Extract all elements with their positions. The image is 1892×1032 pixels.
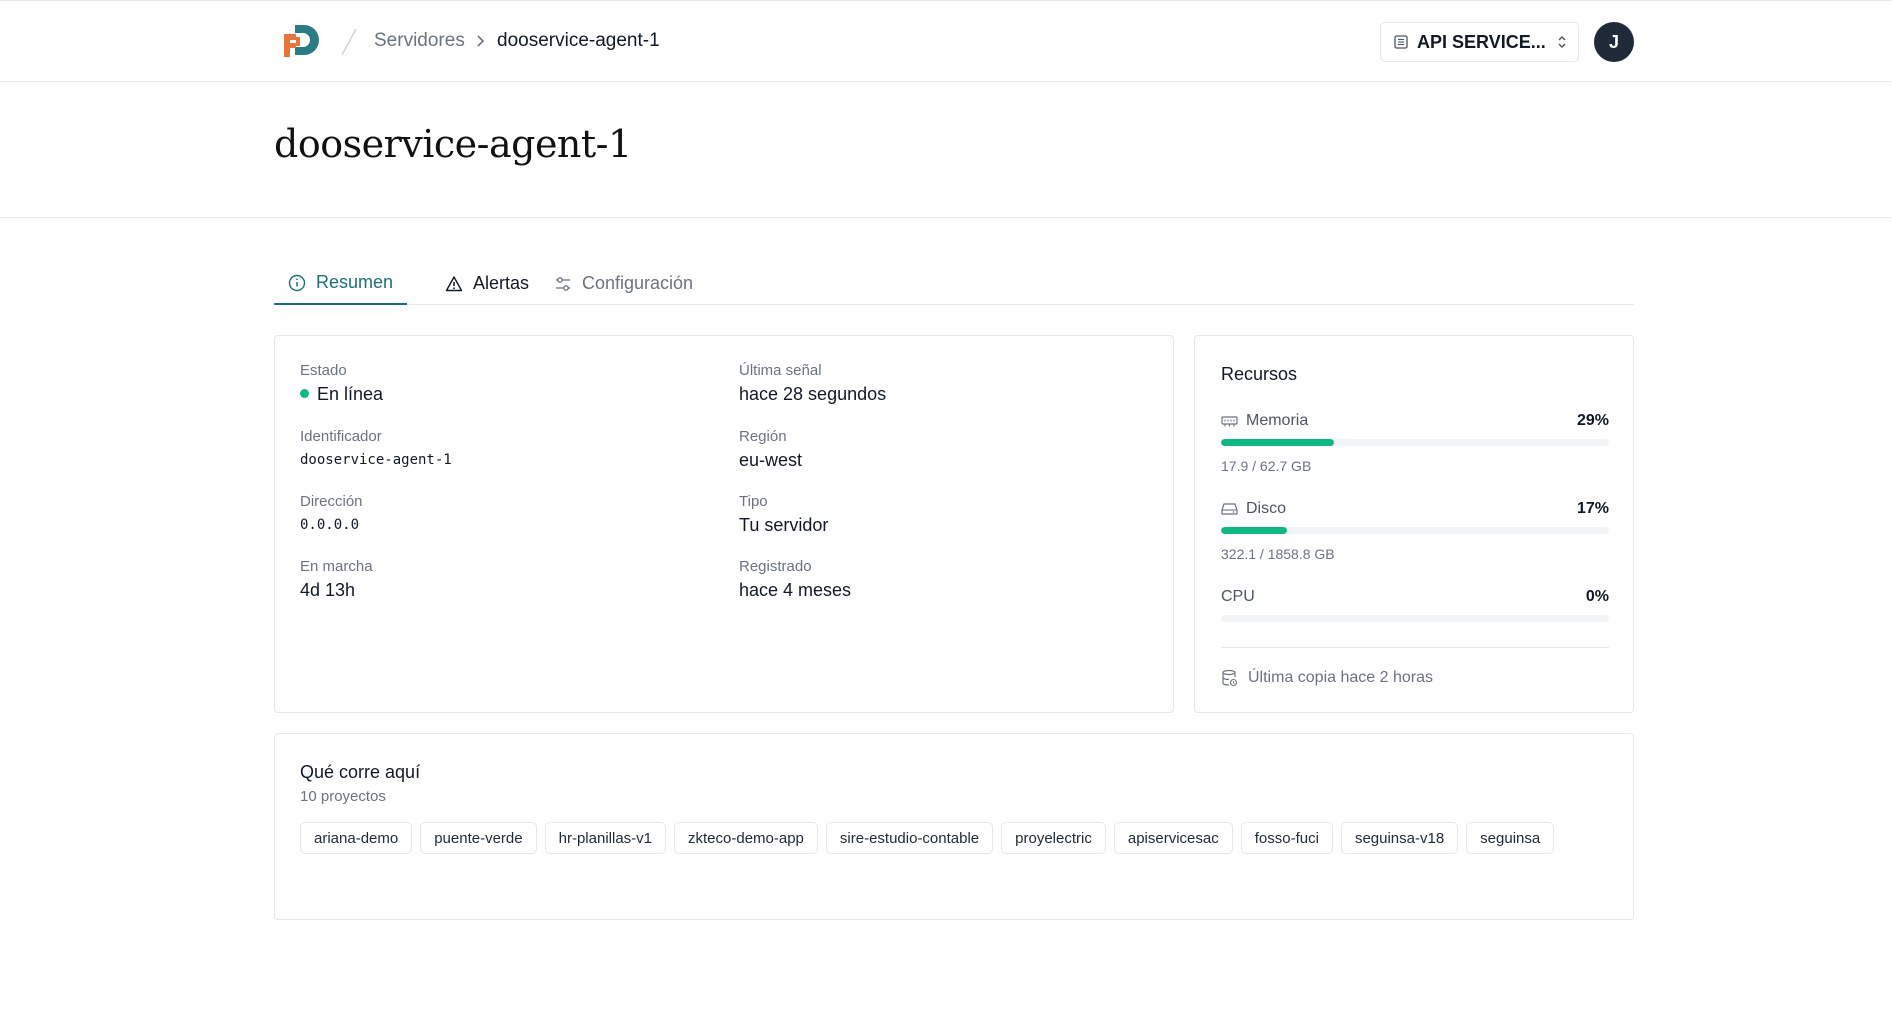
last-backup-text: Última copia hace 2 horas <box>1248 669 1433 686</box>
field-value: 0.0.0.0 <box>300 517 360 533</box>
chevron-right-icon <box>477 35 485 47</box>
disk-icon <box>1221 503 1238 515</box>
tab-resumen-label: Resumen <box>316 272 394 292</box>
last-backup: Última copia hace 2 horas <box>1221 669 1433 687</box>
project-chip[interactable]: apiservicesac <box>1113 822 1233 854</box>
breadcrumb-divider <box>341 28 357 56</box>
memory-percent: 29% <box>1576 412 1609 429</box>
status-online-dot <box>300 388 309 398</box>
field-tipo: Tipo Tu servidor <box>739 493 828 536</box>
warning-triangle-icon <box>445 275 463 291</box>
field-value: 4d 13h <box>300 580 356 600</box>
field-value: hace 28 segundos <box>739 384 887 404</box>
tab-bar: Resumen Alertas Configuración <box>274 262 1634 305</box>
memory-metric: Memoria 29% 17.9 / 62.7 GB <box>1221 411 1609 474</box>
field-region: Región eu-west <box>739 428 802 471</box>
memory-icon <box>1221 416 1238 427</box>
field-ultima-senal: Última señal hace 28 segundos <box>739 362 886 405</box>
building-icon <box>1394 35 1408 49</box>
project-chip[interactable]: zkteco-demo-app <box>674 822 818 854</box>
disk-usage: 322.1 / 1858.8 GB <box>1221 546 1335 562</box>
cpu-label: CPU <box>1221 588 1255 605</box>
info-icon <box>288 274 306 291</box>
project-chip[interactable]: puente-verde <box>420 822 537 854</box>
field-label: Identificador <box>300 428 382 445</box>
project-chip[interactable]: hr-planillas-v1 <box>544 822 666 854</box>
page-header: dooservice-agent-1 <box>0 82 1892 218</box>
disk-metric: Disco 17% 322.1 / 1858.8 GB <box>1221 499 1609 562</box>
field-estado: Estado En línea <box>300 362 383 405</box>
field-label: Región <box>739 428 787 445</box>
disk-label: Disco <box>1246 500 1287 517</box>
sliders-icon <box>556 276 570 291</box>
memory-progress-bar <box>1221 439 1609 446</box>
resources-card: Recursos Memoria 29% 17.9 / 62.7 GB Disc… <box>1194 335 1634 713</box>
cpu-percent: 0% <box>1585 588 1609 605</box>
project-chip[interactable]: seguinsa-v18 <box>1340 822 1459 854</box>
breadcrumb-servers-link[interactable]: Servidores <box>374 30 465 52</box>
tab-configuracion[interactable]: Configuración <box>540 262 707 305</box>
organization-selector[interactable]: API SERVICE... <box>1380 22 1579 62</box>
field-registrado: Registrado hace 4 meses <box>739 558 851 601</box>
disk-percent: 17% <box>1576 500 1609 517</box>
project-chip[interactable]: ariana-demo <box>300 822 413 854</box>
disk-progress-fill <box>1221 527 1287 534</box>
field-label: Estado <box>300 362 347 379</box>
projects-title: Qué corre aquí <box>300 762 421 782</box>
field-label: Dirección <box>300 493 363 510</box>
field-label: En marcha <box>300 558 373 575</box>
projects-card: Qué corre aquí 10 proyectos ariana-demo … <box>274 733 1634 920</box>
field-value: hace 4 meses <box>739 580 852 600</box>
project-chip[interactable]: sire-estudio-contable <box>825 822 994 854</box>
chevron-up-down-icon <box>1558 36 1566 48</box>
cpu-progress-bar <box>1221 615 1609 622</box>
field-en-marcha: En marcha 4d 13h <box>300 558 373 601</box>
tab-alertas[interactable]: Alertas <box>431 262 543 305</box>
tab-resumen[interactable]: Resumen <box>274 262 408 305</box>
tab-alertas-label: Alertas <box>473 273 530 293</box>
field-identificador: Identificador dooservice-agent-1 <box>300 428 452 468</box>
field-label: Registrado <box>739 558 812 575</box>
user-avatar[interactable]: J <box>1594 22 1634 62</box>
field-direccion: Dirección 0.0.0.0 <box>300 493 363 533</box>
status-text: En línea <box>317 384 384 404</box>
project-chip-list: ariana-demo puente-verde hr-planillas-v1… <box>300 822 1620 854</box>
project-chip[interactable]: seguinsa <box>1466 822 1555 854</box>
field-label: Última señal <box>739 362 822 379</box>
divider <box>1221 647 1609 648</box>
status-value: En línea <box>300 384 383 405</box>
project-chip[interactable]: fosso-fuci <box>1240 822 1333 854</box>
breadcrumb-current: dooservice-agent-1 <box>497 30 660 51</box>
field-label: Tipo <box>739 493 768 510</box>
server-info-card: Estado En línea Identificador dooservice… <box>274 335 1174 713</box>
cpu-metric: CPU 0% <box>1221 587 1609 622</box>
memory-label: Memoria <box>1246 412 1309 429</box>
organization-label: API SERVICE... <box>1417 31 1546 52</box>
top-bar: Servidores dooservice-agent-1 API SERVIC… <box>0 0 1892 82</box>
projects-count: 10 proyectos <box>300 788 386 805</box>
field-value: eu-west <box>739 450 803 470</box>
database-backup-icon <box>1222 669 1238 687</box>
app-logo-icon[interactable] <box>282 23 320 59</box>
field-value: Tu servidor <box>739 515 829 535</box>
field-value: dooservice-agent-1 <box>300 452 452 468</box>
page-title: dooservice-agent-1 <box>274 122 632 166</box>
tab-configuracion-label: Configuración <box>582 273 694 293</box>
resources-title: Recursos <box>1221 364 1298 384</box>
memory-usage: 17.9 / 62.7 GB <box>1221 458 1312 474</box>
disk-progress-bar <box>1221 527 1609 534</box>
project-chip[interactable]: proyelectric <box>1001 822 1106 854</box>
memory-progress-fill <box>1221 439 1334 446</box>
